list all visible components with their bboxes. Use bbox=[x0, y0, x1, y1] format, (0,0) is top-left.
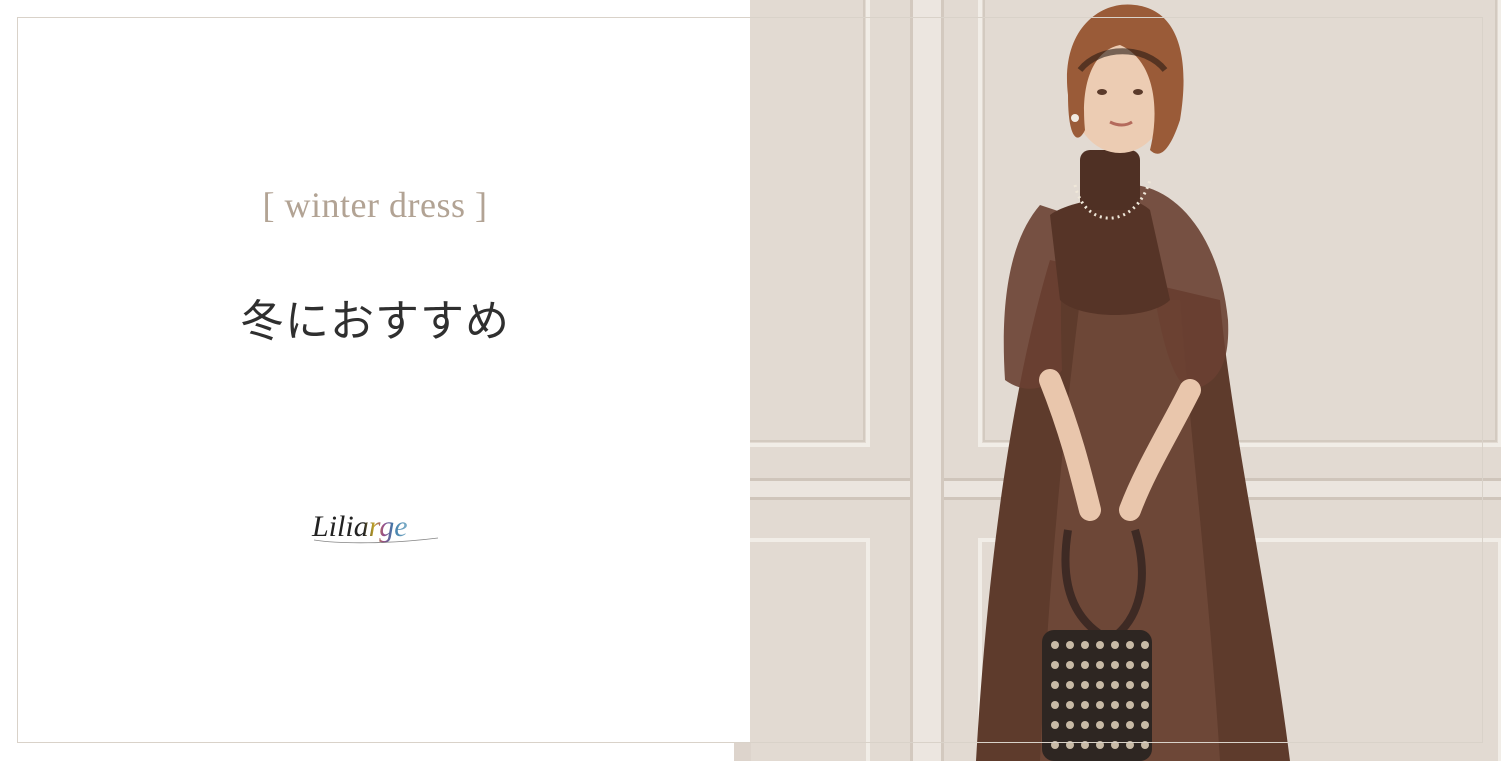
eyebrow-text: [ winter dress ] bbox=[262, 185, 488, 225]
photo-edge bbox=[734, 743, 751, 761]
hero-photo bbox=[750, 0, 1501, 761]
brand-logo[interactable]: Liliarge bbox=[300, 500, 450, 560]
page-title: 冬におすすめ bbox=[240, 296, 510, 347]
winter-dress-banner[interactable]: [ winter dress ] 冬におすすめ Liliarge bbox=[0, 0, 1501, 761]
brand-wordmark: Liliarge bbox=[311, 510, 408, 543]
text-panel: [ winter dress ] 冬におすすめ Liliarge bbox=[0, 0, 750, 761]
model-photo-illustration bbox=[750, 0, 1501, 761]
